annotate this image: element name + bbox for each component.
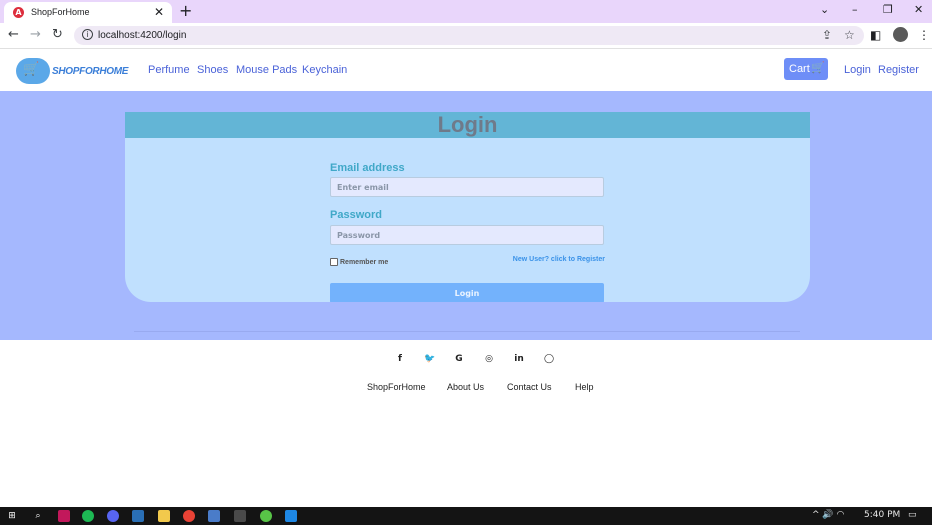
reload-icon[interactable]: ↻ bbox=[52, 27, 63, 42]
url-text[interactable]: localhost:4200/login bbox=[98, 30, 186, 41]
password-label: Password bbox=[330, 209, 382, 221]
discord-icon[interactable] bbox=[107, 510, 119, 522]
chrome-icon[interactable] bbox=[183, 510, 195, 522]
app-green-icon[interactable] bbox=[260, 510, 272, 522]
address-bar[interactable]: i localhost:4200/login ⇪ ☆ bbox=[74, 26, 864, 45]
profile-avatar[interactable] bbox=[893, 27, 908, 42]
windows-start-icon[interactable]: ⊞ bbox=[6, 510, 18, 522]
system-tray-icons[interactable]: ^ 🔊 ◠ bbox=[812, 510, 844, 520]
nav-link-mouse-pads[interactable]: Mouse Pads bbox=[236, 64, 297, 76]
search-icon[interactable]: ⌕ bbox=[32, 510, 44, 522]
minimize-icon[interactable]: – bbox=[852, 3, 858, 16]
side-panel-icon[interactable]: ◧ bbox=[870, 28, 881, 42]
footer-link-about[interactable]: About Us bbox=[447, 382, 484, 392]
site-logo[interactable]: 🛒 SHOPFORHOME bbox=[16, 58, 128, 84]
remember-label: Remember me bbox=[340, 259, 389, 266]
logo-text: SHOPFORHOME bbox=[52, 66, 129, 77]
new-tab-icon[interactable]: + bbox=[179, 1, 192, 20]
cart-icon: 🛒 bbox=[811, 61, 825, 74]
close-window-icon[interactable]: ✕ bbox=[914, 3, 923, 16]
cart-label: Cart bbox=[789, 63, 810, 75]
cart-button[interactable]: Cart 🛒 bbox=[784, 58, 828, 80]
steam-icon[interactable] bbox=[132, 510, 144, 522]
register-link[interactable]: New User? click to Register bbox=[513, 256, 605, 263]
footer-link-shopforhome[interactable]: ShopForHome bbox=[367, 382, 426, 392]
main-section: Login Email address Password Remember me… bbox=[0, 91, 932, 340]
login-form: Email address Password Remember me New U… bbox=[330, 112, 605, 302]
instagram-icon[interactable]: ◎ bbox=[478, 349, 500, 369]
github-icon[interactable]: ◯ bbox=[538, 349, 560, 369]
footer-link-help[interactable]: Help bbox=[575, 382, 594, 392]
logo-cart-icon: 🛒 bbox=[23, 62, 40, 77]
site-navbar: 🛒 SHOPFORHOME Perfume Shoes Mouse Pads K… bbox=[0, 50, 932, 91]
twitter-icon[interactable]: 🐦 bbox=[419, 349, 441, 369]
google-icon[interactable]: G bbox=[448, 349, 470, 369]
chrome-active-icon[interactable] bbox=[234, 510, 246, 522]
footer-link-contact[interactable]: Contact Us bbox=[507, 382, 552, 392]
facebook-icon[interactable]: f bbox=[389, 349, 411, 369]
browser-toolbar: ← → ↻ i localhost:4200/login ⇪ ☆ ◧ ⋮ bbox=[0, 23, 932, 49]
spotify-icon[interactable] bbox=[82, 510, 94, 522]
site-info-icon[interactable]: i bbox=[82, 29, 93, 40]
logo-badge: 🛒 bbox=[16, 58, 50, 84]
tab-close-icon[interactable]: ✕ bbox=[154, 5, 164, 19]
browser-tab[interactable]: A ShopForHome ✕ bbox=[4, 2, 172, 23]
login-card: Login Email address Password Remember me… bbox=[125, 112, 810, 302]
tab-title: ShopForHome bbox=[31, 7, 90, 17]
share-icon[interactable]: ⇪ bbox=[822, 28, 832, 42]
browser-menu-icon[interactable]: ⋮ bbox=[918, 28, 930, 42]
email-label: Email address bbox=[330, 162, 405, 174]
bookmark-star-icon[interactable]: ☆ bbox=[844, 28, 855, 42]
back-icon[interactable]: ← bbox=[8, 27, 19, 42]
login-button[interactable]: Login bbox=[330, 283, 604, 302]
vscode-icon[interactable] bbox=[285, 510, 297, 522]
password-field[interactable] bbox=[330, 225, 604, 245]
nav-link-perfume[interactable]: Perfume bbox=[148, 64, 190, 76]
divider bbox=[134, 331, 800, 332]
email-field[interactable] bbox=[330, 177, 604, 197]
forward-icon[interactable]: → bbox=[30, 27, 41, 42]
browser-tab-bar: A ShopForHome ✕ + ⌄ – ❐ ✕ bbox=[0, 0, 932, 23]
notifications-icon[interactable]: ▭ bbox=[908, 510, 917, 520]
linkedin-icon[interactable]: in bbox=[508, 349, 530, 369]
remember-checkbox[interactable] bbox=[330, 258, 338, 266]
clock[interactable]: 5:40 PM bbox=[864, 510, 900, 520]
app-icon[interactable] bbox=[208, 510, 220, 522]
nav-register-link[interactable]: Register bbox=[878, 64, 919, 76]
nav-link-shoes[interactable]: Shoes bbox=[197, 64, 228, 76]
windows-taskbar: ⊞ ⌕ ^ 🔊 ◠ 5:40 PM ▭ bbox=[0, 507, 932, 525]
angular-favicon-icon: A bbox=[13, 7, 24, 18]
mail-app-icon[interactable] bbox=[58, 510, 70, 522]
footer: f 🐦 G ◎ in ◯ ShopForHome About Us Contac… bbox=[0, 340, 932, 507]
nav-link-keychain[interactable]: Keychain bbox=[302, 64, 347, 76]
file-explorer-icon[interactable] bbox=[158, 510, 170, 522]
nav-login-link[interactable]: Login bbox=[844, 64, 871, 76]
tab-search-icon[interactable]: ⌄ bbox=[820, 3, 829, 16]
restore-icon[interactable]: ❐ bbox=[883, 3, 893, 16]
